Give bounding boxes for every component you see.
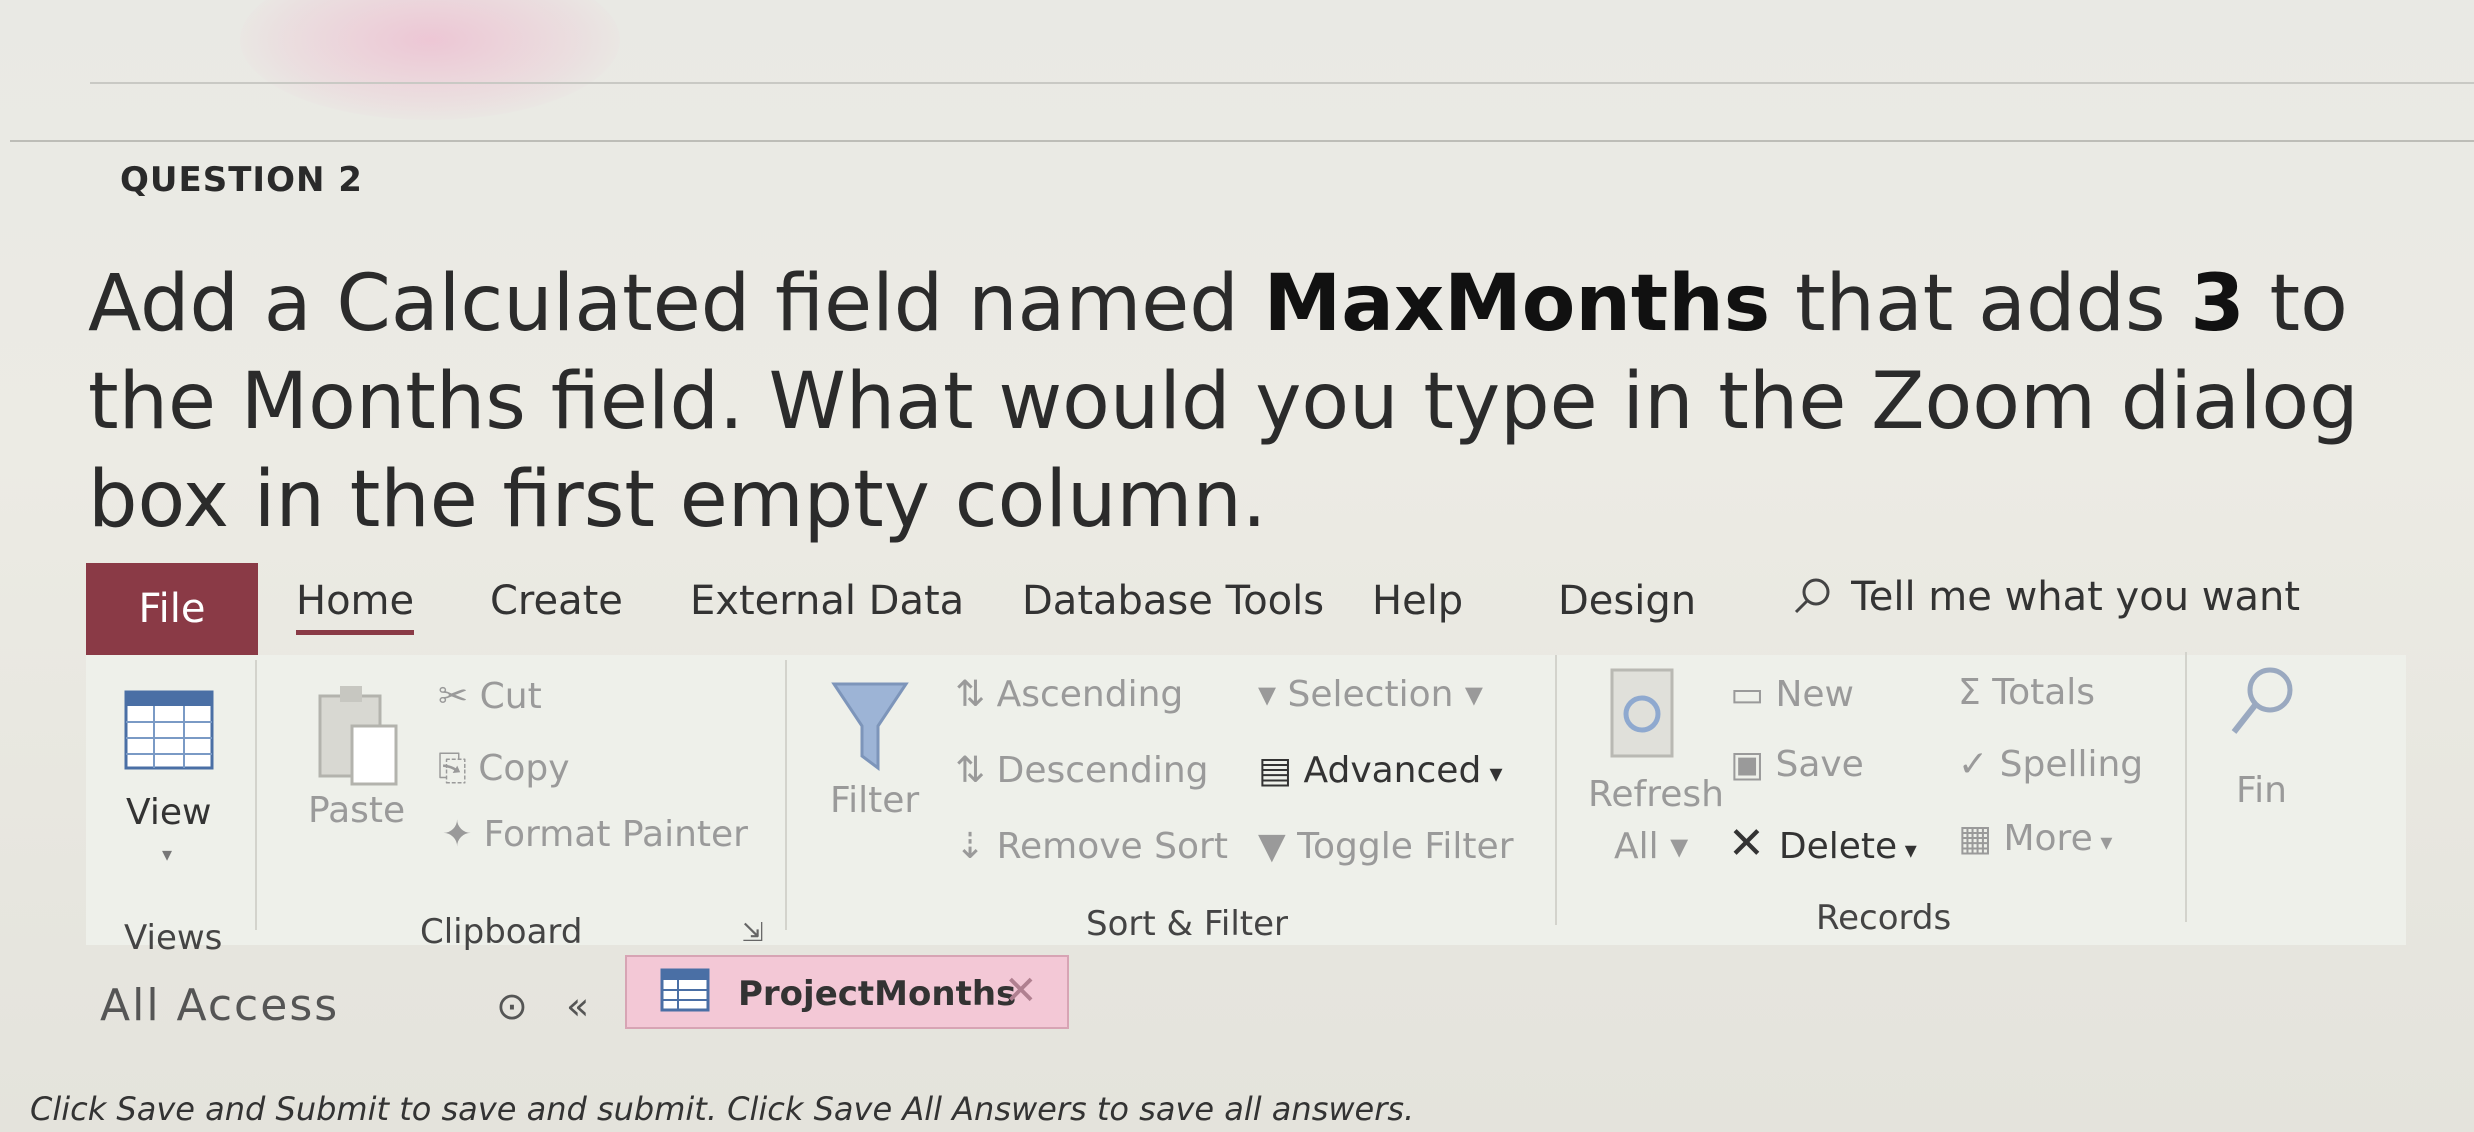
- view-label: View: [126, 792, 212, 833]
- remove-sort-icon: ⇣: [955, 826, 997, 867]
- totals-button[interactable]: Σ Totals: [1958, 672, 2095, 713]
- chevron-down-icon: ▾: [162, 842, 173, 866]
- group-label-sort-filter: Sort & Filter: [1086, 904, 1289, 944]
- new-record-button[interactable]: ▭ New: [1730, 674, 1854, 715]
- search-icon: [1790, 574, 1834, 622]
- more-grid-icon: ▦: [1958, 818, 2004, 859]
- spelling-check-icon: ✓: [1958, 744, 2000, 785]
- delete-record-button[interactable]: ✕ Delete ▾: [1728, 818, 1917, 869]
- group-separator: [1555, 655, 1557, 925]
- toggle-filter-icon: ▼: [1258, 826, 1298, 867]
- dialog-launcher-icon[interactable]: ⇲: [742, 918, 764, 948]
- refresh-label: Refresh: [1588, 774, 1724, 815]
- filter-label: Filter: [830, 780, 920, 821]
- refresh-icon: [1608, 666, 1678, 766]
- save-icon: ▣: [1730, 744, 1776, 785]
- tab-database-tools[interactable]: Database Tools: [1022, 578, 1324, 624]
- background-smudge: [240, 0, 620, 120]
- nav-pane-title: All Access: [100, 980, 340, 1031]
- clipboard-icon: [312, 680, 402, 794]
- table-icon: [660, 968, 710, 1016]
- tab-design[interactable]: Design: [1558, 578, 1696, 624]
- tell-me-text: Tell me what you want: [1851, 574, 2301, 620]
- close-tab-icon[interactable]: ✕: [1004, 968, 1038, 1014]
- group-separator: [255, 660, 257, 930]
- filter-button[interactable]: [830, 676, 910, 780]
- find-button[interactable]: [2228, 662, 2298, 756]
- sigma-icon: Σ: [1958, 672, 1993, 713]
- tab-file[interactable]: File: [86, 563, 258, 655]
- copy-icon: ⎘: [438, 748, 479, 789]
- delete-x-icon: ✕: [1728, 818, 1779, 869]
- tab-external-data[interactable]: External Data: [690, 578, 964, 624]
- advanced-filter-icon: ▤: [1258, 750, 1304, 791]
- format-painter-button[interactable]: ✦ Format Painter: [442, 814, 748, 855]
- save-record-button[interactable]: ▣ Save: [1730, 744, 1864, 785]
- find-label: Fin: [2236, 770, 2287, 811]
- selection-filter-icon: ▾: [1258, 674, 1288, 715]
- selection-button[interactable]: ▾ Selection ▾: [1258, 674, 1483, 715]
- more-button[interactable]: ▦ More ▾: [1958, 818, 2112, 859]
- magnifier-icon: [2228, 662, 2298, 756]
- view-button[interactable]: [124, 690, 214, 774]
- refresh-all-label: All ▾: [1614, 826, 1689, 867]
- group-separator: [2185, 652, 2187, 922]
- sort-descending-icon: ⇅: [955, 750, 997, 791]
- number-value: 3: [2190, 259, 2245, 349]
- copy-button[interactable]: ⎘ Copy: [438, 748, 570, 790]
- paintbrush-icon: ✦: [442, 814, 484, 855]
- remove-sort-button[interactable]: ⇣ Remove Sort: [955, 826, 1228, 867]
- question-label: QUESTION 2: [120, 160, 363, 200]
- footer-instructions: Click Save and Submit to save and submit…: [30, 1090, 1415, 1128]
- question-text: Add a Calculated field named MaxMonths t…: [88, 259, 2359, 545]
- descending-button[interactable]: ⇅ Descending: [955, 750, 1209, 791]
- tab-home[interactable]: Home: [296, 578, 415, 635]
- toggle-filter-button[interactable]: ▼ Toggle Filter: [1258, 826, 1514, 867]
- group-label-views: Views: [124, 918, 223, 958]
- tell-me-box[interactable]: Tell me what you want: [1790, 574, 2300, 622]
- divider: [10, 140, 2474, 142]
- cut-button[interactable]: ✂ Cut: [438, 676, 542, 717]
- group-separator: [785, 660, 787, 930]
- group-label-clipboard: Clipboard: [420, 912, 583, 952]
- collapse-pane-icon[interactable]: «: [566, 984, 589, 1028]
- document-tab-label: ProjectMonths: [738, 974, 1017, 1014]
- paste-button[interactable]: [312, 680, 402, 794]
- group-label-records: Records: [1816, 898, 1952, 938]
- divider: [90, 82, 2474, 84]
- spelling-button[interactable]: ✓ Spelling: [1958, 744, 2143, 785]
- datasheet-view-icon: [124, 690, 214, 774]
- ascending-button[interactable]: ⇅ Ascending: [955, 674, 1183, 715]
- tab-help[interactable]: Help: [1372, 578, 1463, 624]
- nav-pane-dropdown-icon[interactable]: ⊙: [496, 984, 528, 1028]
- new-record-icon: ▭: [1730, 674, 1776, 715]
- field-name: MaxMonths: [1263, 259, 1771, 349]
- refresh-button[interactable]: [1608, 666, 1678, 766]
- funnel-icon: [830, 676, 910, 780]
- advanced-button[interactable]: ▤ Advanced ▾: [1258, 750, 1503, 791]
- paste-label: Paste: [308, 790, 406, 831]
- scissors-icon: ✂: [438, 676, 480, 717]
- sort-ascending-icon: ⇅: [955, 674, 997, 715]
- tab-create[interactable]: Create: [490, 578, 623, 624]
